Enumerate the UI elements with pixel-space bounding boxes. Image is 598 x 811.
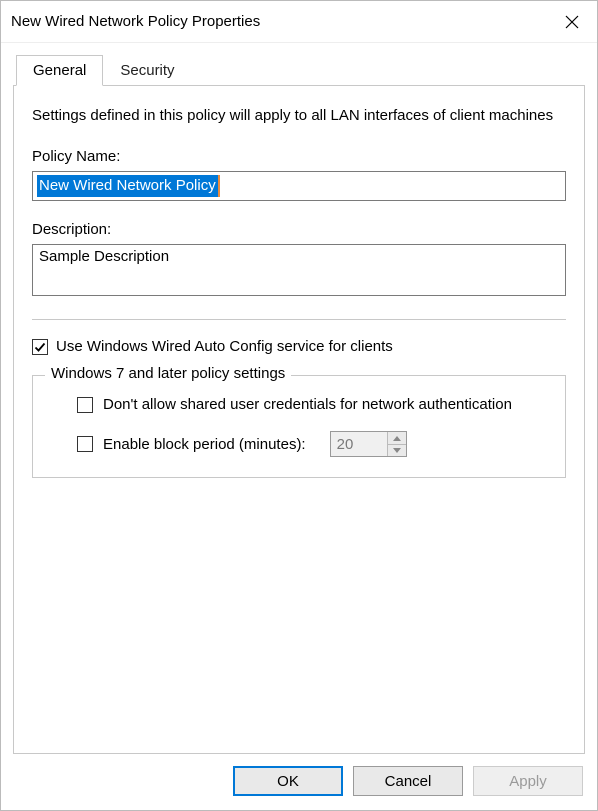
dialog-window: New Wired Network Policy Properties Gene… bbox=[0, 0, 598, 811]
chevron-up-icon bbox=[393, 436, 401, 441]
policy-name-label: Policy Name: bbox=[32, 148, 566, 165]
chevron-down-icon bbox=[393, 448, 401, 453]
block-period-spinner bbox=[330, 431, 407, 457]
intro-text: Settings defined in this policy will app… bbox=[32, 106, 566, 126]
button-bar: OK Cancel Apply bbox=[1, 754, 597, 810]
tab-panel-general: Settings defined in this policy will app… bbox=[13, 85, 585, 754]
cancel-button[interactable]: Cancel bbox=[353, 766, 463, 796]
button-label: Cancel bbox=[385, 773, 432, 790]
block-period-input[interactable] bbox=[331, 432, 387, 456]
block-period-label: Enable block period (minutes): bbox=[103, 436, 306, 453]
spinner-up-button[interactable] bbox=[388, 432, 406, 444]
close-button[interactable] bbox=[547, 1, 597, 43]
window-title: New Wired Network Policy Properties bbox=[11, 13, 260, 30]
titlebar: New Wired Network Policy Properties bbox=[1, 1, 597, 43]
description-label: Description: bbox=[32, 221, 566, 238]
button-label: OK bbox=[277, 773, 299, 790]
dont-allow-checkbox[interactable] bbox=[77, 397, 93, 413]
spinner-down-button[interactable] bbox=[388, 444, 406, 456]
tab-general[interactable]: General bbox=[16, 55, 103, 86]
dont-allow-row: Don't allow shared user credentials for … bbox=[77, 396, 547, 413]
tab-security[interactable]: Security bbox=[103, 55, 191, 86]
use-autoconfig-label: Use Windows Wired Auto Config service fo… bbox=[56, 338, 393, 355]
use-autoconfig-checkbox[interactable] bbox=[32, 339, 48, 355]
dont-allow-label: Don't allow shared user credentials for … bbox=[103, 396, 512, 413]
policy-name-input[interactable]: New Wired Network Policy bbox=[32, 171, 566, 201]
groupbox-title: Windows 7 and later policy settings bbox=[45, 365, 291, 382]
block-period-row: Enable block period (minutes): bbox=[77, 431, 547, 457]
tab-strip: General Security bbox=[13, 55, 585, 86]
win7-groupbox: Windows 7 and later policy settings Don'… bbox=[32, 375, 566, 478]
checkmark-icon bbox=[34, 341, 46, 353]
divider bbox=[32, 319, 566, 320]
tab-label: Security bbox=[120, 62, 174, 79]
policy-name-value: New Wired Network Policy bbox=[37, 175, 220, 197]
use-autoconfig-row: Use Windows Wired Auto Config service fo… bbox=[32, 338, 566, 355]
close-icon bbox=[565, 15, 579, 29]
description-input[interactable]: Sample Description bbox=[32, 244, 566, 296]
client-area: General Security Settings defined in thi… bbox=[1, 43, 597, 754]
tab-label: General bbox=[33, 62, 86, 79]
ok-button[interactable]: OK bbox=[233, 766, 343, 796]
button-label: Apply bbox=[509, 773, 547, 790]
block-period-checkbox[interactable] bbox=[77, 436, 93, 452]
apply-button[interactable]: Apply bbox=[473, 766, 583, 796]
